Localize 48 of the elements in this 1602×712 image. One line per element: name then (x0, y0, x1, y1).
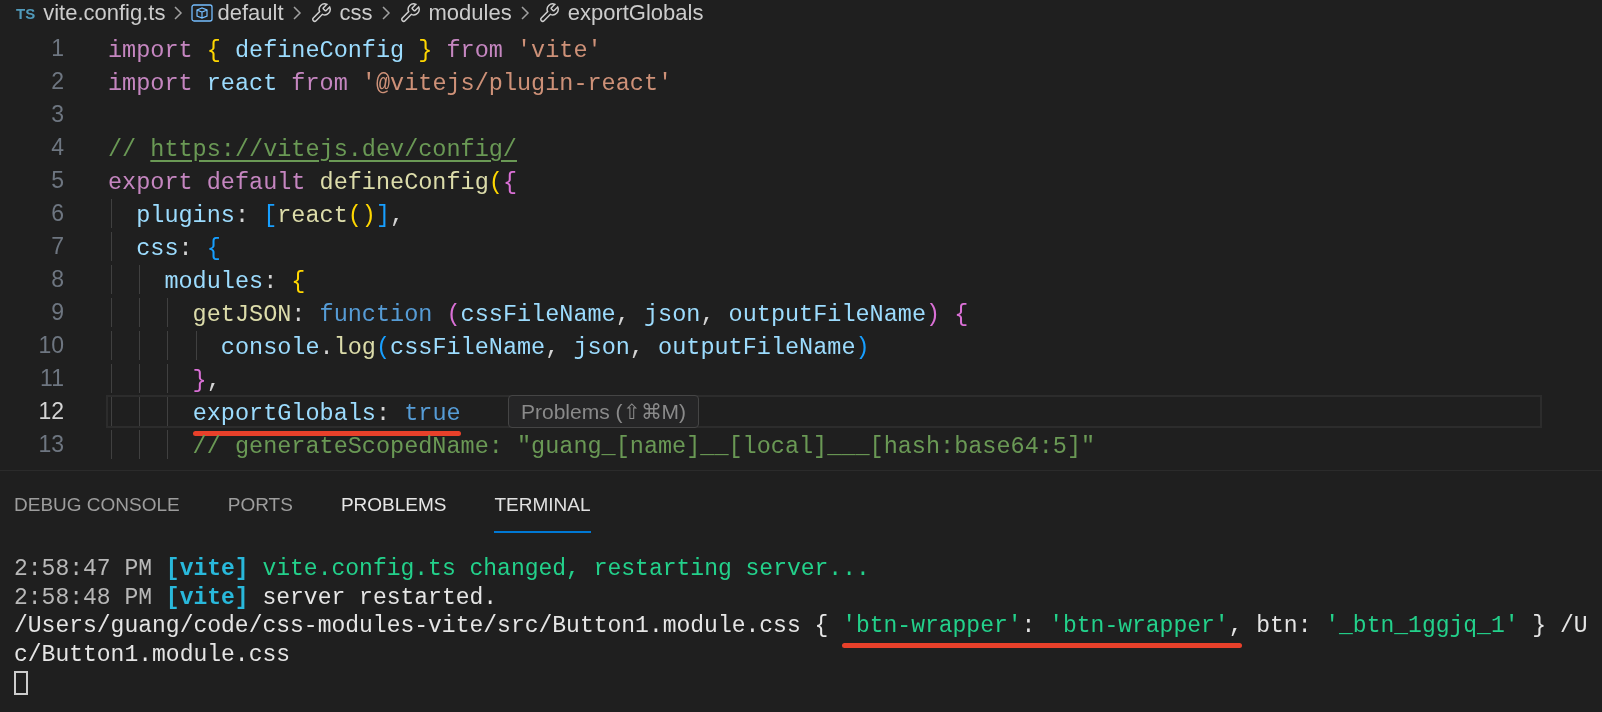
terminal-line: /Users/guang/code/css-modules-vite/src/Button1.module.css { 'btn-wrapper': 'btn-wrapper', btn: '_btn_1ggjq_1' } /U (14, 613, 1588, 639)
chevron-right-icon (173, 5, 184, 21)
chevron-right-icon (519, 5, 530, 21)
line-number: 6 (50, 199, 64, 228)
code-line: // generateScopedName: "guang_[name]__[local]___[hash:base64:5]" (191, 433, 1096, 460)
breadcrumb-item[interactable]: default (217, 2, 284, 24)
line-number: 1 (50, 34, 64, 63)
code-line: exportGlobals: true (108, 400, 461, 427)
code-line: getJSON: function (cssFileName, json, outputFileName) { (191, 301, 969, 328)
chevron-right-icon (291, 5, 302, 21)
line-number: 13 (37, 430, 64, 459)
line-number: 11 (39, 364, 64, 393)
typescript-file-icon: TS (16, 5, 36, 21)
panel-tab[interactable]: TERMINAL (494, 490, 591, 533)
code-line: }, (191, 367, 221, 394)
tooltip: Problems (⇧⌘M) (508, 395, 699, 428)
code-line: css: { (135, 235, 221, 262)
chevron-right-icon (380, 5, 391, 21)
line-number: 10 (37, 331, 64, 360)
terminal-line: 2:58:47 PM [vite] vite.config.ts changed, restarting server... (14, 556, 870, 582)
wrench-icon (537, 2, 560, 24)
line-number: 3 (50, 100, 64, 129)
line-number: 2 (50, 67, 64, 96)
panel-tab[interactable]: DEBUG CONSOLE (14, 490, 180, 533)
wrench-icon (309, 2, 332, 24)
panel-tab[interactable]: PORTS (227, 490, 293, 533)
code-line: // https://vitejs.dev/config/ (108, 136, 517, 163)
line-number: 9 (50, 298, 64, 327)
code-line: import { defineConfig } from 'vite' (108, 37, 602, 64)
terminal-line: c/Button1.module.css (14, 641, 291, 668)
code-line: console.log(cssFileName, json, outputFileName) (219, 334, 870, 361)
breadcrumb-item[interactable]: vite.config.ts (43, 2, 166, 24)
line-number: 4 (50, 133, 64, 162)
code-line: plugins: [react()], (135, 202, 405, 229)
line-number: 7 (50, 232, 64, 261)
code-line: modules: { (163, 268, 306, 295)
line-number: 12 (37, 397, 64, 426)
line-number: 8 (50, 265, 64, 294)
breadcrumb-item[interactable]: exportGlobals (567, 2, 704, 24)
code-line: export default defineConfig({ (108, 169, 517, 196)
panel-tab[interactable]: PROBLEMS (340, 490, 447, 533)
cube-icon (191, 3, 214, 23)
code-line: import react from '@vitejs/plugin-react' (108, 70, 673, 97)
line-number: 5 (50, 166, 64, 195)
breadcrumb-item[interactable]: modules (428, 2, 512, 24)
breadcrumb-item[interactable]: css (339, 2, 373, 24)
wrench-icon (398, 2, 421, 24)
terminal-line: 2:58:48 PM [vite] server restarted. (14, 584, 498, 611)
